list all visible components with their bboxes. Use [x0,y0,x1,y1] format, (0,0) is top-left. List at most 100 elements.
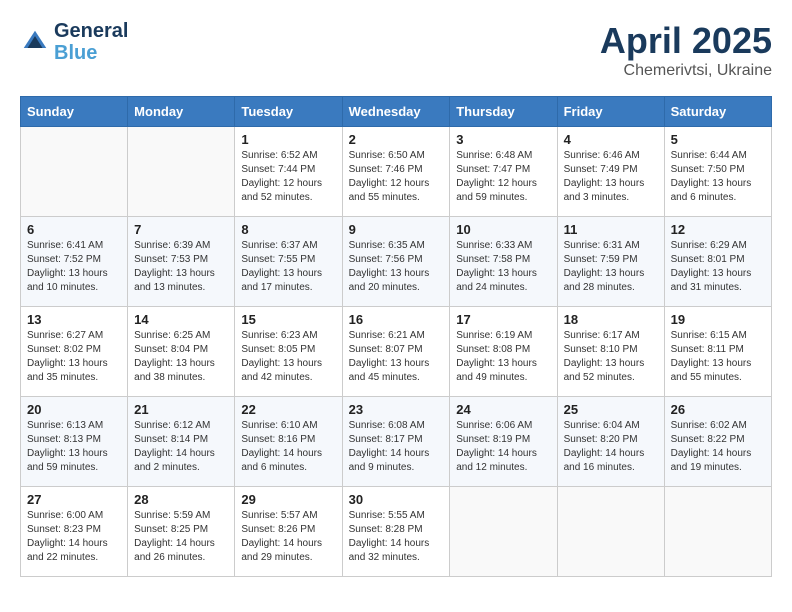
calendar-cell: 1Sunrise: 6:52 AMSunset: 7:44 PMDaylight… [235,127,342,217]
day-number: 22 [241,402,335,417]
day-info: Sunrise: 6:50 AMSunset: 7:46 PMDaylight:… [349,149,444,205]
day-info: Sunrise: 6:23 AMSunset: 8:05 PMDaylight:… [241,329,335,385]
calendar-title: April 2025 [600,20,772,62]
sunset-text: Sunset: 8:13 PM [27,433,121,447]
calendar-cell: 17 Sunrise: 6:19 AMSunset: 8:08 PMDayligh… [450,307,557,397]
sunrise-text: Sunrise: 6:12 AM [134,419,228,433]
calendar-cell [21,127,128,217]
calendar-cell [557,487,664,577]
day-number: 28 [134,492,228,507]
day-info: Sunrise: 6:06 AMSunset: 8:19 PMDaylight:… [456,419,550,475]
daylight-text: Daylight: 13 hours and 35 minutes. [27,357,121,385]
sunset-text: Sunset: 8:17 PM [349,433,444,447]
sunset-text: Sunset: 8:07 PM [349,343,444,357]
day-number: 27 [27,492,121,507]
sunset-text: Sunset: 8:10 PM [564,343,658,357]
day-number: 10 [456,222,550,237]
day-info: Sunrise: 6:00 AMSunset: 8:23 PMDaylight:… [27,509,121,565]
calendar-week-3: 13Sunrise: 6:27 AMSunset: 8:02 PMDayligh… [21,307,772,397]
day-info: Sunrise: 6:44 AMSunset: 7:50 PMDaylight:… [671,149,765,205]
weekday-header-monday: Monday [128,97,235,127]
day-number: 21 [134,402,228,417]
daylight-text: Daylight: 12 hours and 55 minutes. [349,177,444,205]
day-info: Sunrise: 6:33 AMSunset: 7:58 PMDaylight:… [456,239,550,295]
sunset-text: Sunset: 8:28 PM [349,523,444,537]
sunrise-text: Sunrise: 6:06 AM [456,419,550,433]
sunset-text: Sunset: 8:11 PM [671,343,765,357]
calendar-cell: 22Sunrise: 6:10 AMSunset: 8:16 PMDayligh… [235,397,342,487]
sunrise-text: Sunrise: 6:02 AM [671,419,765,433]
day-number: 18 [564,312,658,327]
title-block: April 2025 Chemerivtsi, Ukraine [600,20,772,80]
day-number: 13 [27,312,121,327]
day-number: 17 [456,312,550,327]
calendar-cell: 29Sunrise: 5:57 AMSunset: 8:26 PMDayligh… [235,487,342,577]
sunset-text: Sunset: 8:20 PM [564,433,658,447]
weekday-header-thursday: Thursday [450,97,557,127]
logo-icon [20,27,50,57]
calendar-cell: 6Sunrise: 6:41 AMSunset: 7:52 PMDaylight… [21,217,128,307]
calendar-cell: 8Sunrise: 6:37 AMSunset: 7:55 PMDaylight… [235,217,342,307]
sunset-text: Sunset: 8:16 PM [241,433,335,447]
calendar-week-2: 6Sunrise: 6:41 AMSunset: 7:52 PMDaylight… [21,217,772,307]
day-info: Sunrise: 6:39 AMSunset: 7:53 PMDaylight:… [134,239,228,295]
daylight-text: Daylight: 14 hours and 32 minutes. [349,537,444,565]
sunrise-text: Sunrise: 6:48 AM [456,149,550,163]
day-info: Sunrise: 6:19 AMSunset: 8:08 PMDaylight:… [456,329,550,385]
sunrise-text: Sunrise: 6:13 AM [27,419,121,433]
page-header: General Blue April 2025 Chemerivtsi, Ukr… [20,20,772,80]
day-number: 8 [241,222,335,237]
daylight-text: Daylight: 14 hours and 2 minutes. [134,447,228,475]
calendar-cell: 25Sunrise: 6:04 AMSunset: 8:20 PMDayligh… [557,397,664,487]
sunrise-text: Sunrise: 6:50 AM [349,149,444,163]
day-info: Sunrise: 6:21 AMSunset: 8:07 PMDaylight:… [349,329,444,385]
calendar-cell: 26Sunrise: 6:02 AMSunset: 8:22 PMDayligh… [664,397,771,487]
sunset-text: Sunset: 8:26 PM [241,523,335,537]
logo-text: General Blue [54,20,128,64]
sunrise-text: Sunrise: 6:08 AM [349,419,444,433]
calendar-cell: 4Sunrise: 6:46 AMSunset: 7:49 PMDaylight… [557,127,664,217]
calendar-cell: 3Sunrise: 6:48 AMSunset: 7:47 PMDaylight… [450,127,557,217]
daylight-text: Daylight: 14 hours and 9 minutes. [349,447,444,475]
sunrise-text: Sunrise: 5:57 AM [241,509,335,523]
daylight-text: Daylight: 13 hours and 59 minutes. [27,447,121,475]
day-number: 26 [671,402,765,417]
calendar-cell: 30Sunrise: 5:55 AMSunset: 8:28 PMDayligh… [342,487,450,577]
sunset-text: Sunset: 8:01 PM [671,253,765,267]
calendar-cell: 9 Sunrise: 6:35 AMSunset: 7:56 PMDaylight… [342,217,450,307]
sunset-text: Sunset: 8:04 PM [134,343,228,357]
daylight-text: Daylight: 13 hours and 55 minutes. [671,357,765,385]
day-number: 9 [349,222,444,237]
calendar-cell: 11Sunrise: 6:31 AMSunset: 7:59 PMDayligh… [557,217,664,307]
daylight-text: Daylight: 13 hours and 42 minutes. [241,357,335,385]
day-number: 2 [349,132,444,147]
sunrise-text: Sunrise: 6:31 AM [564,239,658,253]
day-number: 4 [564,132,658,147]
sunset-text: Sunset: 7:49 PM [564,163,658,177]
daylight-text: Daylight: 13 hours and 31 minutes. [671,267,765,295]
daylight-text: Daylight: 13 hours and 52 minutes. [564,357,658,385]
sunset-text: Sunset: 8:22 PM [671,433,765,447]
sunrise-text: Sunrise: 6:19 AM [456,329,550,343]
sunset-text: Sunset: 8:23 PM [27,523,121,537]
day-info: Sunrise: 6:13 AMSunset: 8:13 PMDaylight:… [27,419,121,475]
calendar-cell [450,487,557,577]
day-info: Sunrise: 6:52 AMSunset: 7:44 PMDaylight:… [241,149,335,205]
calendar-week-1: 1Sunrise: 6:52 AMSunset: 7:44 PMDaylight… [21,127,772,217]
sunrise-text: Sunrise: 6:37 AM [241,239,335,253]
sunrise-text: Sunrise: 6:46 AM [564,149,658,163]
calendar-cell: 24Sunrise: 6:06 AMSunset: 8:19 PMDayligh… [450,397,557,487]
sunset-text: Sunset: 7:59 PM [564,253,658,267]
daylight-text: Daylight: 13 hours and 20 minutes. [349,267,444,295]
day-info: Sunrise: 6:35 AMSunset: 7:56 PMDaylight:… [349,239,444,295]
daylight-text: Daylight: 14 hours and 6 minutes. [241,447,335,475]
day-info: Sunrise: 6:08 AMSunset: 8:17 PMDaylight:… [349,419,444,475]
day-info: Sunrise: 5:57 AMSunset: 8:26 PMDaylight:… [241,509,335,565]
day-info: Sunrise: 6:31 AMSunset: 7:59 PMDaylight:… [564,239,658,295]
calendar-week-4: 20Sunrise: 6:13 AMSunset: 8:13 PMDayligh… [21,397,772,487]
day-info: Sunrise: 6:41 AMSunset: 7:52 PMDaylight:… [27,239,121,295]
calendar-cell: 10 Sunrise: 6:33 AMSunset: 7:58 PMDayligh… [450,217,557,307]
day-number: 14 [134,312,228,327]
daylight-text: Daylight: 14 hours and 26 minutes. [134,537,228,565]
sunrise-text: Sunrise: 6:17 AM [564,329,658,343]
